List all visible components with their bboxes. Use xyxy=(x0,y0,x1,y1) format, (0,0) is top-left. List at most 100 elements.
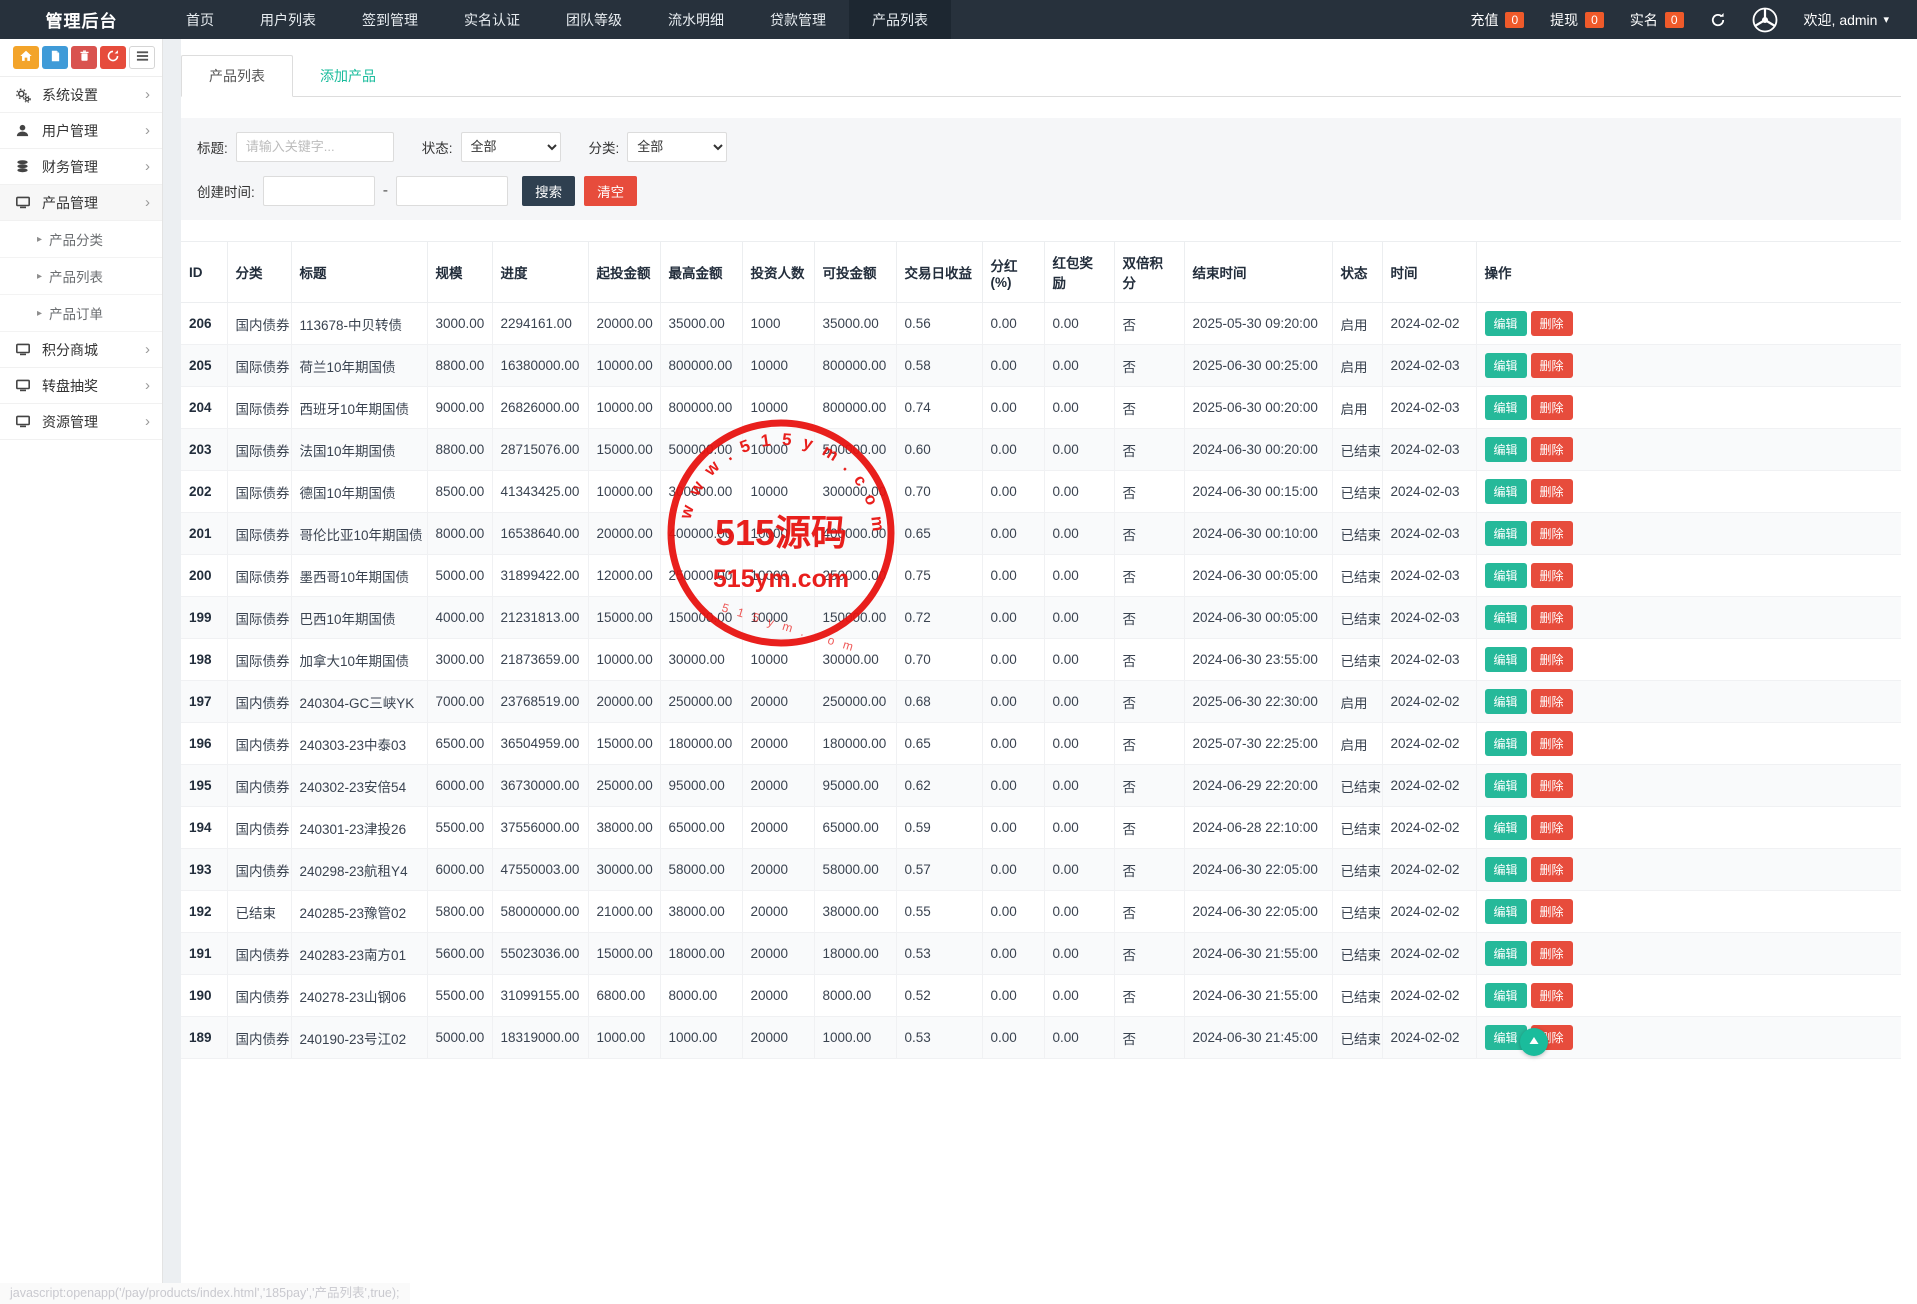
edit-button[interactable]: 编辑 xyxy=(1485,605,1527,630)
edit-button[interactable]: 编辑 xyxy=(1485,437,1527,462)
search-button[interactable]: 搜索 xyxy=(522,176,575,206)
delete-button[interactable]: 删除 xyxy=(1531,815,1573,840)
edit-button[interactable]: 编辑 xyxy=(1485,899,1527,924)
sidebar-item-resource-management[interactable]: 资源管理› xyxy=(0,404,162,440)
nav-badge[interactable]: 充值0 xyxy=(1470,10,1524,30)
table-cell: 0.00 xyxy=(982,303,1044,345)
delete-button[interactable]: 删除 xyxy=(1531,605,1573,630)
edit-button[interactable]: 编辑 xyxy=(1485,815,1527,840)
edit-button[interactable]: 编辑 xyxy=(1485,731,1527,756)
edit-button[interactable]: 编辑 xyxy=(1485,311,1527,336)
nav-badge[interactable]: 实名0 xyxy=(1630,10,1684,30)
trash-button[interactable] xyxy=(71,46,97,69)
edit-button[interactable]: 编辑 xyxy=(1485,479,1527,504)
delete-button[interactable]: 删除 xyxy=(1531,353,1573,378)
refresh-icon[interactable] xyxy=(1710,12,1726,28)
edit-button[interactable]: 编辑 xyxy=(1485,689,1527,714)
list-icon xyxy=(136,50,149,65)
edit-button[interactable]: 编辑 xyxy=(1485,563,1527,588)
table-cell: 已结束 xyxy=(1332,933,1382,975)
edit-button[interactable]: 编辑 xyxy=(1485,773,1527,798)
edit-button[interactable]: 编辑 xyxy=(1485,395,1527,420)
delete-button[interactable]: 删除 xyxy=(1531,731,1573,756)
badge-count: 0 xyxy=(1585,12,1604,28)
category-select[interactable]: 全部 xyxy=(627,132,727,162)
nav-item[interactable]: 签到管理 xyxy=(339,0,441,39)
edit-button[interactable]: 编辑 xyxy=(1485,521,1527,546)
table-cell: 250000.00 xyxy=(814,555,896,597)
sidebar-item-product-management[interactable]: 产品管理› xyxy=(0,185,162,221)
sidebar-item-system-settings[interactable]: 系统设置› xyxy=(0,77,162,113)
sidebar-item-user-management[interactable]: 用户管理› xyxy=(0,113,162,149)
nav-item[interactable]: 团队等级 xyxy=(543,0,645,39)
column-header: 时间 xyxy=(1382,242,1476,303)
sidebar-item-wheel-lottery[interactable]: 转盘抽奖› xyxy=(0,368,162,404)
delete-button[interactable]: 删除 xyxy=(1531,521,1573,546)
table-cell: 0.00 xyxy=(1044,471,1114,513)
nav-item[interactable]: 首页 xyxy=(163,0,237,39)
nav-badge[interactable]: 提现0 xyxy=(1550,10,1604,30)
welcome-dropdown[interactable]: 欢迎, admin ▾ xyxy=(1804,10,1889,30)
table-cell: 0.52 xyxy=(896,975,982,1017)
delete-button[interactable]: 删除 xyxy=(1531,647,1573,672)
nav-item[interactable]: 流水明细 xyxy=(645,0,747,39)
sidebar-item-finance-management[interactable]: 财务管理› xyxy=(0,149,162,185)
status-select[interactable]: 全部 xyxy=(461,132,561,162)
monitor-icon xyxy=(15,378,32,393)
title-search-input[interactable] xyxy=(236,132,394,162)
back-to-top-button[interactable] xyxy=(1520,1028,1548,1056)
home-icon xyxy=(19,49,33,66)
table-cell: 0.00 xyxy=(982,723,1044,765)
home-button[interactable] xyxy=(13,46,39,69)
nav-item[interactable]: 产品列表 xyxy=(849,0,951,39)
delete-button[interactable]: 删除 xyxy=(1531,941,1573,966)
nav-item[interactable]: 贷款管理 xyxy=(747,0,849,39)
delete-button[interactable]: 删除 xyxy=(1531,563,1573,588)
edit-button[interactable]: 编辑 xyxy=(1485,857,1527,882)
tab-add-product[interactable]: 添加产品 xyxy=(293,56,403,96)
table-cell: 2024-06-30 00:20:00 xyxy=(1184,429,1332,471)
avatar[interactable] xyxy=(1752,7,1778,33)
table-cell: 47550003.00 xyxy=(492,849,588,891)
tab-product-list[interactable]: 产品列表 xyxy=(181,55,293,97)
delete-button[interactable]: 删除 xyxy=(1531,983,1573,1008)
delete-button[interactable]: 删除 xyxy=(1531,773,1573,798)
delete-button[interactable]: 删除 xyxy=(1531,479,1573,504)
edit-button[interactable]: 编辑 xyxy=(1485,941,1527,966)
recycle-button[interactable] xyxy=(100,46,126,69)
edit-button[interactable]: 编辑 xyxy=(1485,647,1527,672)
clear-button[interactable]: 清空 xyxy=(584,176,637,206)
table-cell: 10000 xyxy=(742,471,814,513)
table-cell: 65000.00 xyxy=(814,807,896,849)
delete-button[interactable]: 删除 xyxy=(1531,857,1573,882)
delete-button[interactable]: 删除 xyxy=(1531,437,1573,462)
edit-button[interactable]: 编辑 xyxy=(1485,983,1527,1008)
delete-button[interactable]: 删除 xyxy=(1531,689,1573,714)
table-cell: 2024-02-02 xyxy=(1382,933,1476,975)
table-cell: 0.00 xyxy=(982,555,1044,597)
nav-item[interactable]: 用户列表 xyxy=(237,0,339,39)
list-view-button[interactable] xyxy=(129,46,155,69)
table-cell: 国内债券 xyxy=(227,807,291,849)
table-cell: 2024-02-02 xyxy=(1382,807,1476,849)
delete-button[interactable]: 删除 xyxy=(1531,899,1573,924)
table-cell: 已结束 xyxy=(227,891,291,933)
created-start-input[interactable] xyxy=(263,176,375,206)
recycle-icon xyxy=(106,49,120,66)
sidebar-subitem[interactable]: ▸产品分类 xyxy=(0,221,162,258)
table-cell: 10000.00 xyxy=(588,471,660,513)
sidebar-subitem[interactable]: ▸产品列表 xyxy=(0,258,162,295)
column-header: 标题 xyxy=(291,242,427,303)
nav-item[interactable]: 实名认证 xyxy=(441,0,543,39)
created-end-input[interactable] xyxy=(396,176,508,206)
edit-button[interactable]: 编辑 xyxy=(1485,353,1527,378)
table-cell: 35000.00 xyxy=(660,303,742,345)
delete-button[interactable]: 删除 xyxy=(1531,311,1573,336)
delete-button[interactable]: 删除 xyxy=(1531,395,1573,420)
sidebar-item-points-mall[interactable]: 积分商城› xyxy=(0,332,162,368)
table-cell: 25000.00 xyxy=(588,765,660,807)
file-button[interactable] xyxy=(42,46,68,69)
sidebar-subitem[interactable]: ▸产品订单 xyxy=(0,295,162,332)
table-cell: 240301-23津投26 xyxy=(291,807,427,849)
badge-count: 0 xyxy=(1665,12,1684,28)
